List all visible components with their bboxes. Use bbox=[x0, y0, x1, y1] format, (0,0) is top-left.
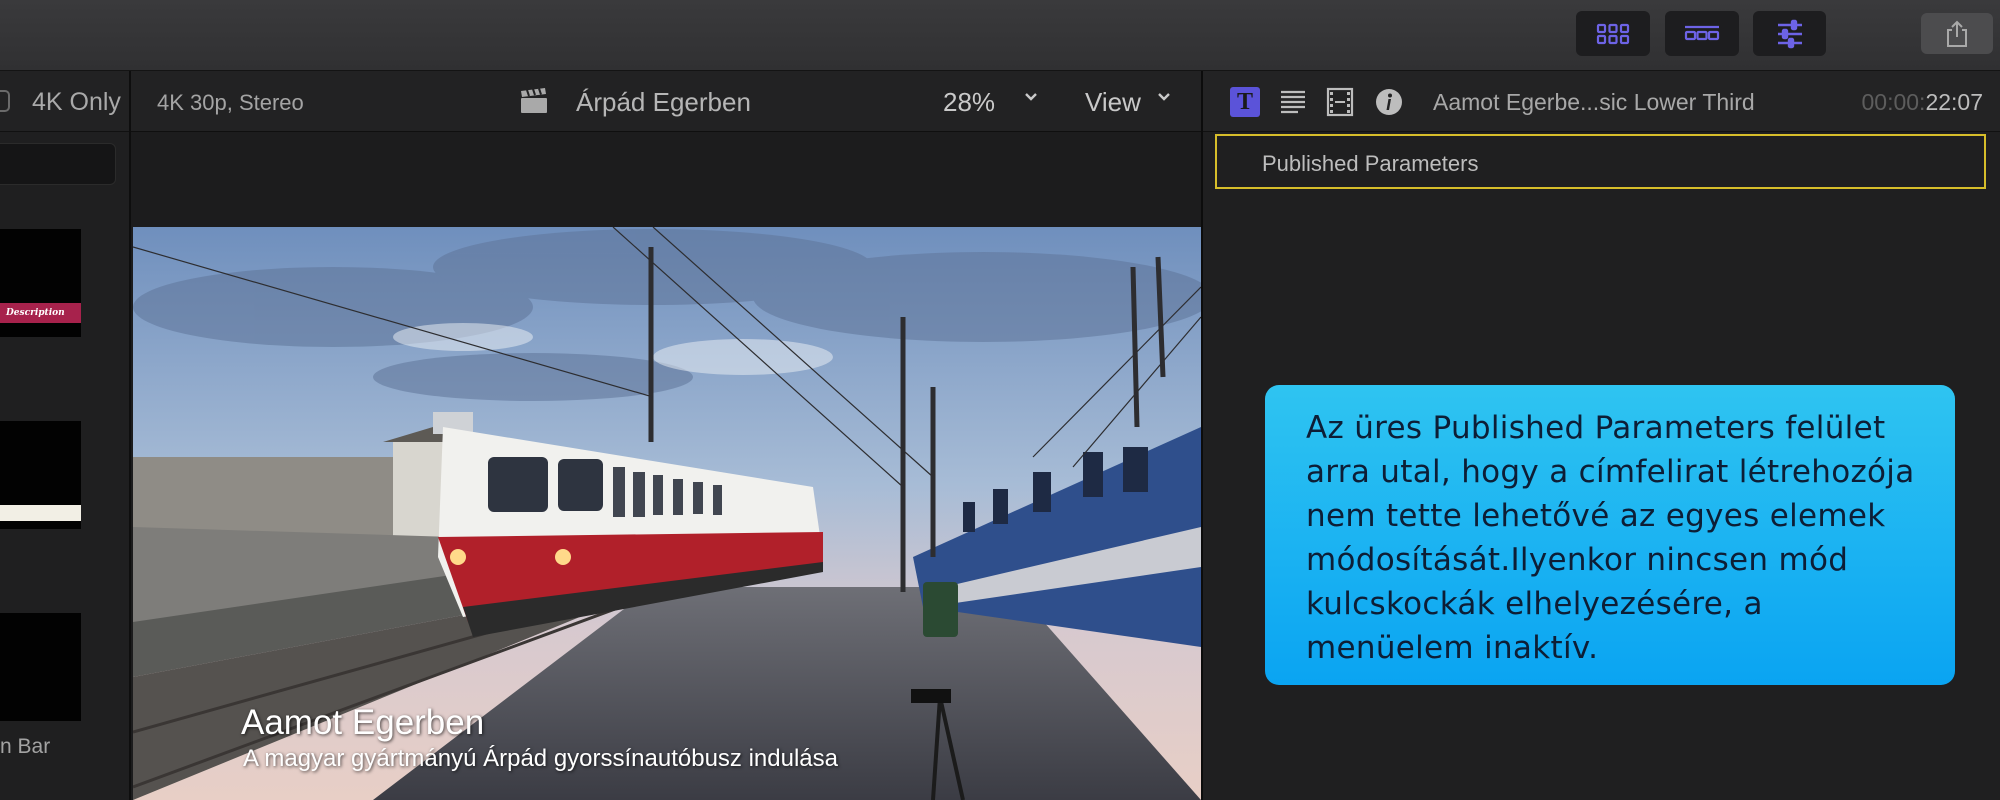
zoom-menu[interactable]: 28% bbox=[943, 87, 995, 118]
project-name: Árpád Egerben bbox=[576, 87, 751, 117]
chevron-down-icon[interactable] bbox=[1156, 91, 1172, 103]
published-parameters-section[interactable]: Published Parameters bbox=[1215, 134, 1986, 189]
inspector-header: T Aamot Egerbe...sic Lower Third 00:00:2… bbox=[1203, 71, 2000, 132]
top-toolbar bbox=[0, 0, 2000, 71]
browser-grid-icon bbox=[1596, 23, 1630, 44]
callout-text: Az üres Published Parameters felület arr… bbox=[1306, 410, 1915, 666]
title-thumbnail[interactable]: Description bbox=[0, 229, 81, 337]
only-4k-label: 4K Only bbox=[32, 88, 121, 116]
share-icon bbox=[1947, 20, 1967, 47]
thumbnail-badge: Description bbox=[0, 303, 81, 323]
browser-header: 4K Only bbox=[0, 71, 129, 132]
title-thumbnail[interactable] bbox=[0, 613, 81, 721]
thumbnail-bar bbox=[0, 505, 81, 521]
viewer-panel: 4K 30p, Stereo Árpád Egerben 28% View Aa… bbox=[131, 71, 1201, 800]
only-4k-checkbox[interactable] bbox=[0, 90, 10, 112]
lower-third-subtitle: A magyar gyártmányú Árpád gyorssínautóbu… bbox=[243, 745, 838, 772]
published-parameters-label: Published Parameters bbox=[1262, 151, 1479, 176]
share-button[interactable] bbox=[1921, 13, 1993, 54]
timecode-hours-minutes: 00:00: bbox=[1861, 89, 1926, 115]
lower-third-title: Aamot Egerben bbox=[241, 703, 485, 742]
browser-panel: 4K Only Description n Bar bbox=[0, 71, 131, 800]
inspector-sliders-icon bbox=[1777, 19, 1802, 48]
browser-search-field[interactable] bbox=[0, 143, 116, 185]
inspector-panel: T Aamot Egerbe...sic Lower Third 00:00:2… bbox=[1201, 71, 2000, 800]
video-inspector-icon[interactable] bbox=[1325, 87, 1355, 117]
browser-toggle-button[interactable] bbox=[1576, 11, 1650, 56]
explanation-callout: Az üres Published Parameters felület arr… bbox=[1265, 385, 1955, 685]
viewer-frame[interactable]: Aamot Egerben A magyar gyártmányú Árpád … bbox=[133, 227, 1201, 800]
text-inspector-icon[interactable] bbox=[1278, 87, 1308, 117]
timeline-toggle-button[interactable] bbox=[1665, 11, 1739, 56]
viewer-header: 4K 30p, Stereo Árpád Egerben 28% View bbox=[131, 71, 1201, 132]
thumbnail-label: n Bar bbox=[0, 735, 51, 758]
timeline-icon bbox=[1684, 25, 1720, 40]
title-thumbnail[interactable] bbox=[0, 421, 81, 529]
inspector-clip-name: Aamot Egerbe...sic Lower Third bbox=[1433, 89, 1755, 115]
info-inspector-icon[interactable] bbox=[1374, 87, 1404, 117]
timecode-seconds-frames: 22:07 bbox=[1925, 89, 1983, 115]
view-menu[interactable]: View bbox=[1085, 87, 1141, 118]
inspector-timecode: 00:00:22:07 bbox=[1861, 89, 1983, 116]
viewer-format-label: 4K 30p, Stereo bbox=[157, 90, 304, 115]
clapper-icon bbox=[521, 88, 547, 113]
inspector-toggle-button[interactable] bbox=[1753, 11, 1826, 56]
chevron-down-icon[interactable] bbox=[1023, 91, 1039, 103]
title-inspector-icon[interactable]: T bbox=[1230, 87, 1260, 117]
